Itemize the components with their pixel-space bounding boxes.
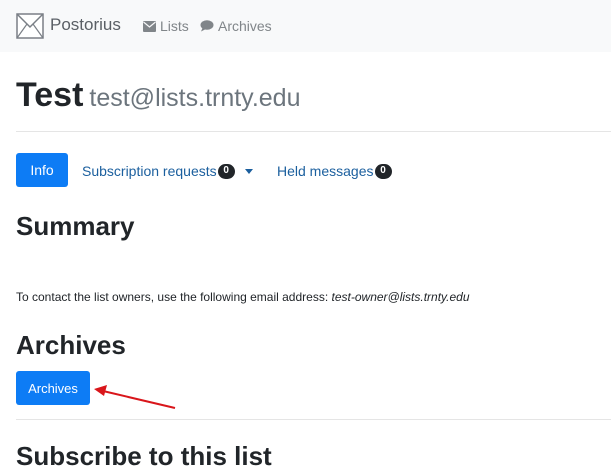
owner-email: test-owner@lists.trnty.edu (331, 290, 470, 304)
tab-info[interactable]: Info (16, 153, 68, 187)
contact-label: To contact the list owners, use the foll… (16, 290, 329, 304)
archives-button[interactable]: Archives (16, 371, 90, 405)
archives-heading: Archives (16, 330, 126, 360)
divider (16, 419, 611, 420)
held-messages-count-badge: 0 (374, 163, 392, 179)
tab-subscription-requests[interactable]: Subscription requests 0 (82, 163, 253, 179)
subscription-requests-count-badge: 0 (217, 163, 235, 179)
contact-text: To contact the list owners, use the foll… (16, 289, 470, 305)
divider (16, 131, 611, 132)
tab-held-messages-label: Held messages (277, 163, 374, 179)
subscribe-heading: Subscribe to this list (16, 441, 272, 471)
list-name: Test (16, 76, 84, 114)
list-title: Test test@lists.trnty.edu (16, 73, 301, 124)
list-address: test@lists.trnty.edu (89, 84, 301, 112)
navbar: Postorius Lists Archives (0, 0, 611, 52)
envelope-icon[interactable] (16, 13, 44, 39)
caret-down-icon (244, 169, 253, 174)
nav-archives-label: Archives (218, 18, 272, 34)
envelope-icon (143, 20, 156, 32)
brand-name[interactable]: Postorius (50, 15, 121, 35)
comment-icon (200, 20, 214, 32)
tab-held-messages[interactable]: Held messages 0 (277, 163, 392, 179)
summary-heading: Summary (16, 211, 135, 241)
nav-lists-label: Lists (160, 18, 189, 34)
tab-subscription-requests-label: Subscription requests (82, 163, 217, 179)
nav-archives[interactable]: Archives (200, 18, 272, 34)
nav-lists[interactable]: Lists (143, 18, 189, 34)
